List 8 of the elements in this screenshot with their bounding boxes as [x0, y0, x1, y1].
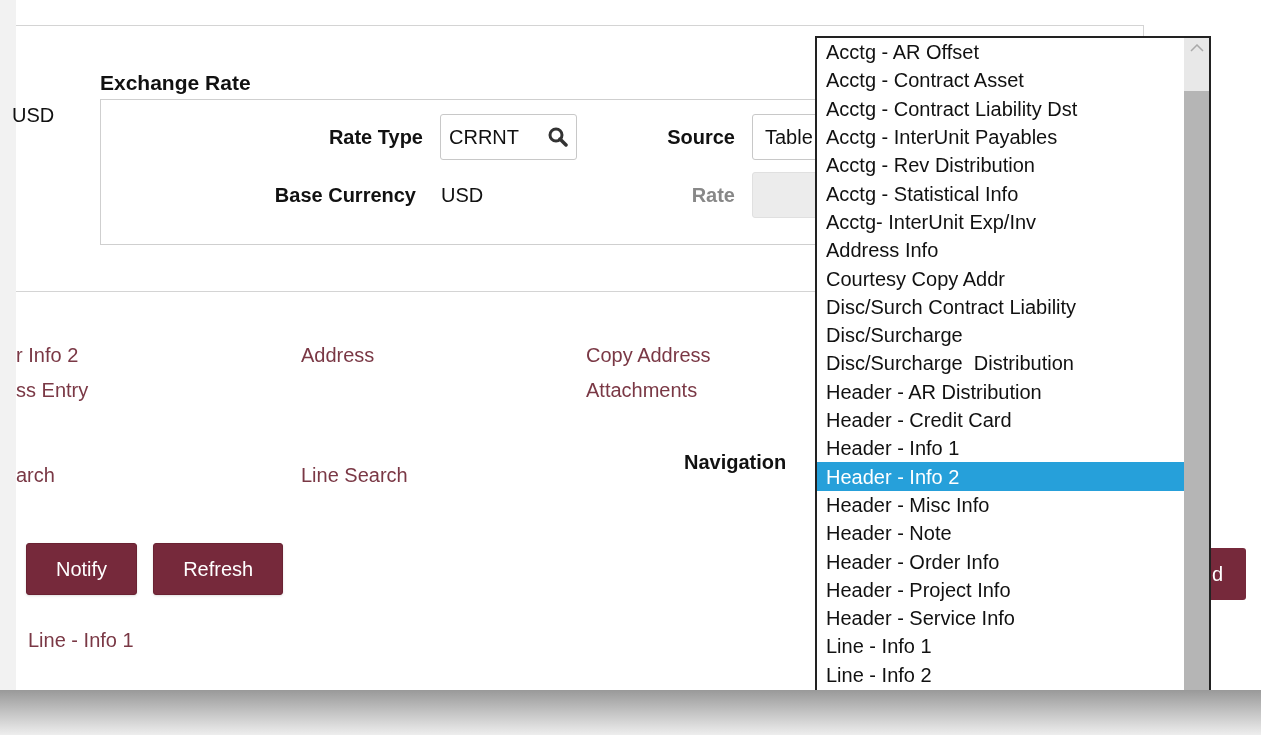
- currency-value: USD: [12, 104, 55, 126]
- field-label: Rate Type: [327, 125, 423, 150]
- field-label: Base Currency: [273, 183, 416, 208]
- field-label: Source: [666, 125, 735, 150]
- section-title: Exchange Rate: [100, 71, 251, 95]
- base-currency-value: USD: [441, 183, 485, 208]
- navigation-label: Navigation: [684, 450, 787, 475]
- field-label: Rate: [690, 183, 735, 208]
